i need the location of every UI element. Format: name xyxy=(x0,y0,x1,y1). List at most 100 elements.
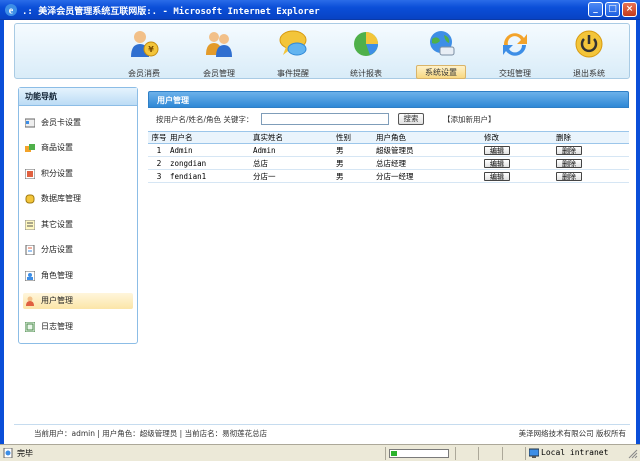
nav-statistics-report[interactable]: 统计报表 xyxy=(338,27,394,79)
edit-button[interactable]: 编辑 xyxy=(484,146,510,155)
header-realname: 真实姓名 xyxy=(253,133,283,142)
copyright: 美泽网络技术有限公司 版权所有 xyxy=(518,429,626,438)
nav-system-settings[interactable]: 系统设置 xyxy=(413,27,469,79)
cell-sex: 男 xyxy=(336,146,344,155)
shift-handover-icon xyxy=(503,33,527,56)
browser-content: ¥ 会员消费 会员管理 事件提醒 统计报表 系统设置 交班管理 退出系统 功能导… xyxy=(0,20,640,444)
edit-button[interactable]: 编辑 xyxy=(484,172,510,181)
svg-text:¥: ¥ xyxy=(148,45,154,54)
status-separator xyxy=(525,447,526,460)
sidebar-item-member-card[interactable]: 会员卡设置 xyxy=(23,115,133,131)
cell-realname: 分店一 xyxy=(253,172,276,181)
search-input[interactable] xyxy=(261,113,389,125)
event-reminder-icon xyxy=(279,30,307,56)
sidebar-item-user[interactable]: 用户管理 xyxy=(23,293,133,309)
local-intranet-icon xyxy=(529,448,539,458)
user-management-panel: 用户管理 按用户名/姓名/角色 关键字： 搜索 【添加新用户】 序号 用户名 真… xyxy=(148,91,629,211)
user-icon xyxy=(26,296,34,306)
sidebar-item-goods[interactable]: 商品设置 xyxy=(23,140,133,156)
delete-button[interactable]: 删除 xyxy=(556,146,582,155)
header-edit: 修改 xyxy=(484,133,499,142)
member-manage-icon xyxy=(206,32,232,57)
edit-button-cell: 编辑 xyxy=(484,158,510,170)
cell-sex: 男 xyxy=(336,172,344,181)
sidebar-item-label: 会员卡设置 xyxy=(41,118,81,127)
nav-event-reminder[interactable]: 事件提醒 xyxy=(265,27,321,79)
cell-role: 分店一经理 xyxy=(376,172,414,181)
header-role: 用户角色 xyxy=(376,133,406,142)
sidebar-item-label: 其它设置 xyxy=(41,220,73,229)
cell-no: 2 xyxy=(156,159,162,168)
cell-no: 1 xyxy=(156,146,162,155)
cell-realname: 总店 xyxy=(253,159,268,168)
edit-button-cell: 编辑 xyxy=(484,171,510,183)
member-consume-icon: ¥ xyxy=(131,31,159,57)
delete-button-cell: 删除 xyxy=(556,145,582,157)
cell-role: 总店经理 xyxy=(376,159,406,168)
sidebar-item-other-settings[interactable]: 其它设置 xyxy=(23,217,133,233)
resize-grip-icon[interactable] xyxy=(628,449,638,459)
sidebar-item-label: 积分设置 xyxy=(41,169,73,178)
sidebar-title: 功能导航 xyxy=(19,88,137,106)
sidebar-item-log[interactable]: 日志管理 xyxy=(23,319,133,335)
points-icon xyxy=(25,169,35,179)
other-settings-icon xyxy=(25,220,35,230)
header-no: 序号 xyxy=(151,133,167,142)
nav-member-manage[interactable]: 会员管理 xyxy=(191,27,247,79)
statistics-report-icon xyxy=(354,32,378,56)
svg-text:e: e xyxy=(9,6,14,17)
minimize-button[interactable]: _ xyxy=(588,2,603,17)
nav-shift-handover[interactable]: 交班管理 xyxy=(487,27,543,79)
edit-button-cell: 编辑 xyxy=(484,145,510,157)
nav-label: 会员消费 xyxy=(128,69,160,78)
delete-button[interactable]: 删除 xyxy=(556,172,582,181)
database-icon xyxy=(25,194,35,204)
edit-button[interactable]: 编辑 xyxy=(484,159,510,168)
cell-realname: Admin xyxy=(253,146,276,155)
sidebar-item-label: 数据库管理 xyxy=(41,194,81,203)
nav-label: 退出系统 xyxy=(573,69,605,78)
system-settings-icon xyxy=(430,31,455,56)
table-row: 2 zongdian 总店 男 总店经理 编辑 删除 xyxy=(148,158,629,170)
sidebar: 功能导航 会员卡设置 商品设置 积分设置 数据库管理 其它设置 分店设置 角色管… xyxy=(18,87,138,344)
branch-icon xyxy=(25,245,35,255)
close-button[interactable]: × xyxy=(622,2,637,17)
nav-label: 系统设置 xyxy=(416,65,466,79)
cell-username: Admin xyxy=(170,146,193,155)
nav-exit-system[interactable]: 退出系统 xyxy=(561,27,617,79)
status-separator xyxy=(385,447,386,460)
sidebar-item-role[interactable]: 角色管理 xyxy=(23,268,133,284)
panel-title: 用户管理 xyxy=(148,91,629,108)
sidebar-item-branch[interactable]: 分店设置 xyxy=(23,242,133,258)
cell-no: 3 xyxy=(156,172,162,181)
current-user-info: 当前用户：admin | 用户角色：超级管理员 | 当前店名：易彻莲花总店 xyxy=(34,429,268,438)
maximize-button[interactable]: □ xyxy=(605,2,620,17)
sidebar-item-label: 商品设置 xyxy=(41,143,73,152)
delete-button[interactable]: 删除 xyxy=(556,159,582,168)
nav-label: 事件提醒 xyxy=(277,69,309,78)
delete-button-cell: 删除 xyxy=(556,171,582,183)
security-zone: Local intranet xyxy=(541,448,609,457)
log-icon xyxy=(25,322,35,332)
table-row: 1 Admin Admin 男 超级管理员 编辑 删除 xyxy=(148,145,629,157)
header-delete: 删除 xyxy=(556,133,571,142)
progress-bar xyxy=(389,449,449,458)
table-row: 3 fendian1 分店一 男 分店一经理 编辑 删除 xyxy=(148,171,629,183)
status-separator xyxy=(478,447,479,460)
status-separator xyxy=(502,447,503,460)
search-label: 按用户名/姓名/角色 关键字： xyxy=(156,115,254,124)
nav-member-consume[interactable]: ¥ 会员消费 xyxy=(116,27,172,79)
status-text: 完毕 xyxy=(17,449,33,458)
browser-status-bar: 完毕 Local intranet xyxy=(0,444,640,461)
table-header-row: 序号 用户名 真实姓名 性别 用户角色 修改 删除 xyxy=(148,132,629,144)
search-button[interactable]: 搜索 xyxy=(398,113,424,125)
sidebar-item-label: 用户管理 xyxy=(41,296,73,305)
add-user-link[interactable]: 【添加新用户】 xyxy=(443,114,496,125)
search-bar: 按用户名/姓名/角色 关键字： 搜索 【添加新用户】 xyxy=(156,113,626,127)
sidebar-item-points[interactable]: 积分设置 xyxy=(23,166,133,182)
power-exit-icon xyxy=(575,30,603,58)
delete-button-cell: 删除 xyxy=(556,158,582,170)
sidebar-item-database[interactable]: 数据库管理 xyxy=(23,191,133,207)
window-titlebar[interactable]: e .: 美泽会员管理系统互联网版:. - Microsoft Internet… xyxy=(0,0,640,20)
sidebar-item-label: 角色管理 xyxy=(41,271,73,280)
